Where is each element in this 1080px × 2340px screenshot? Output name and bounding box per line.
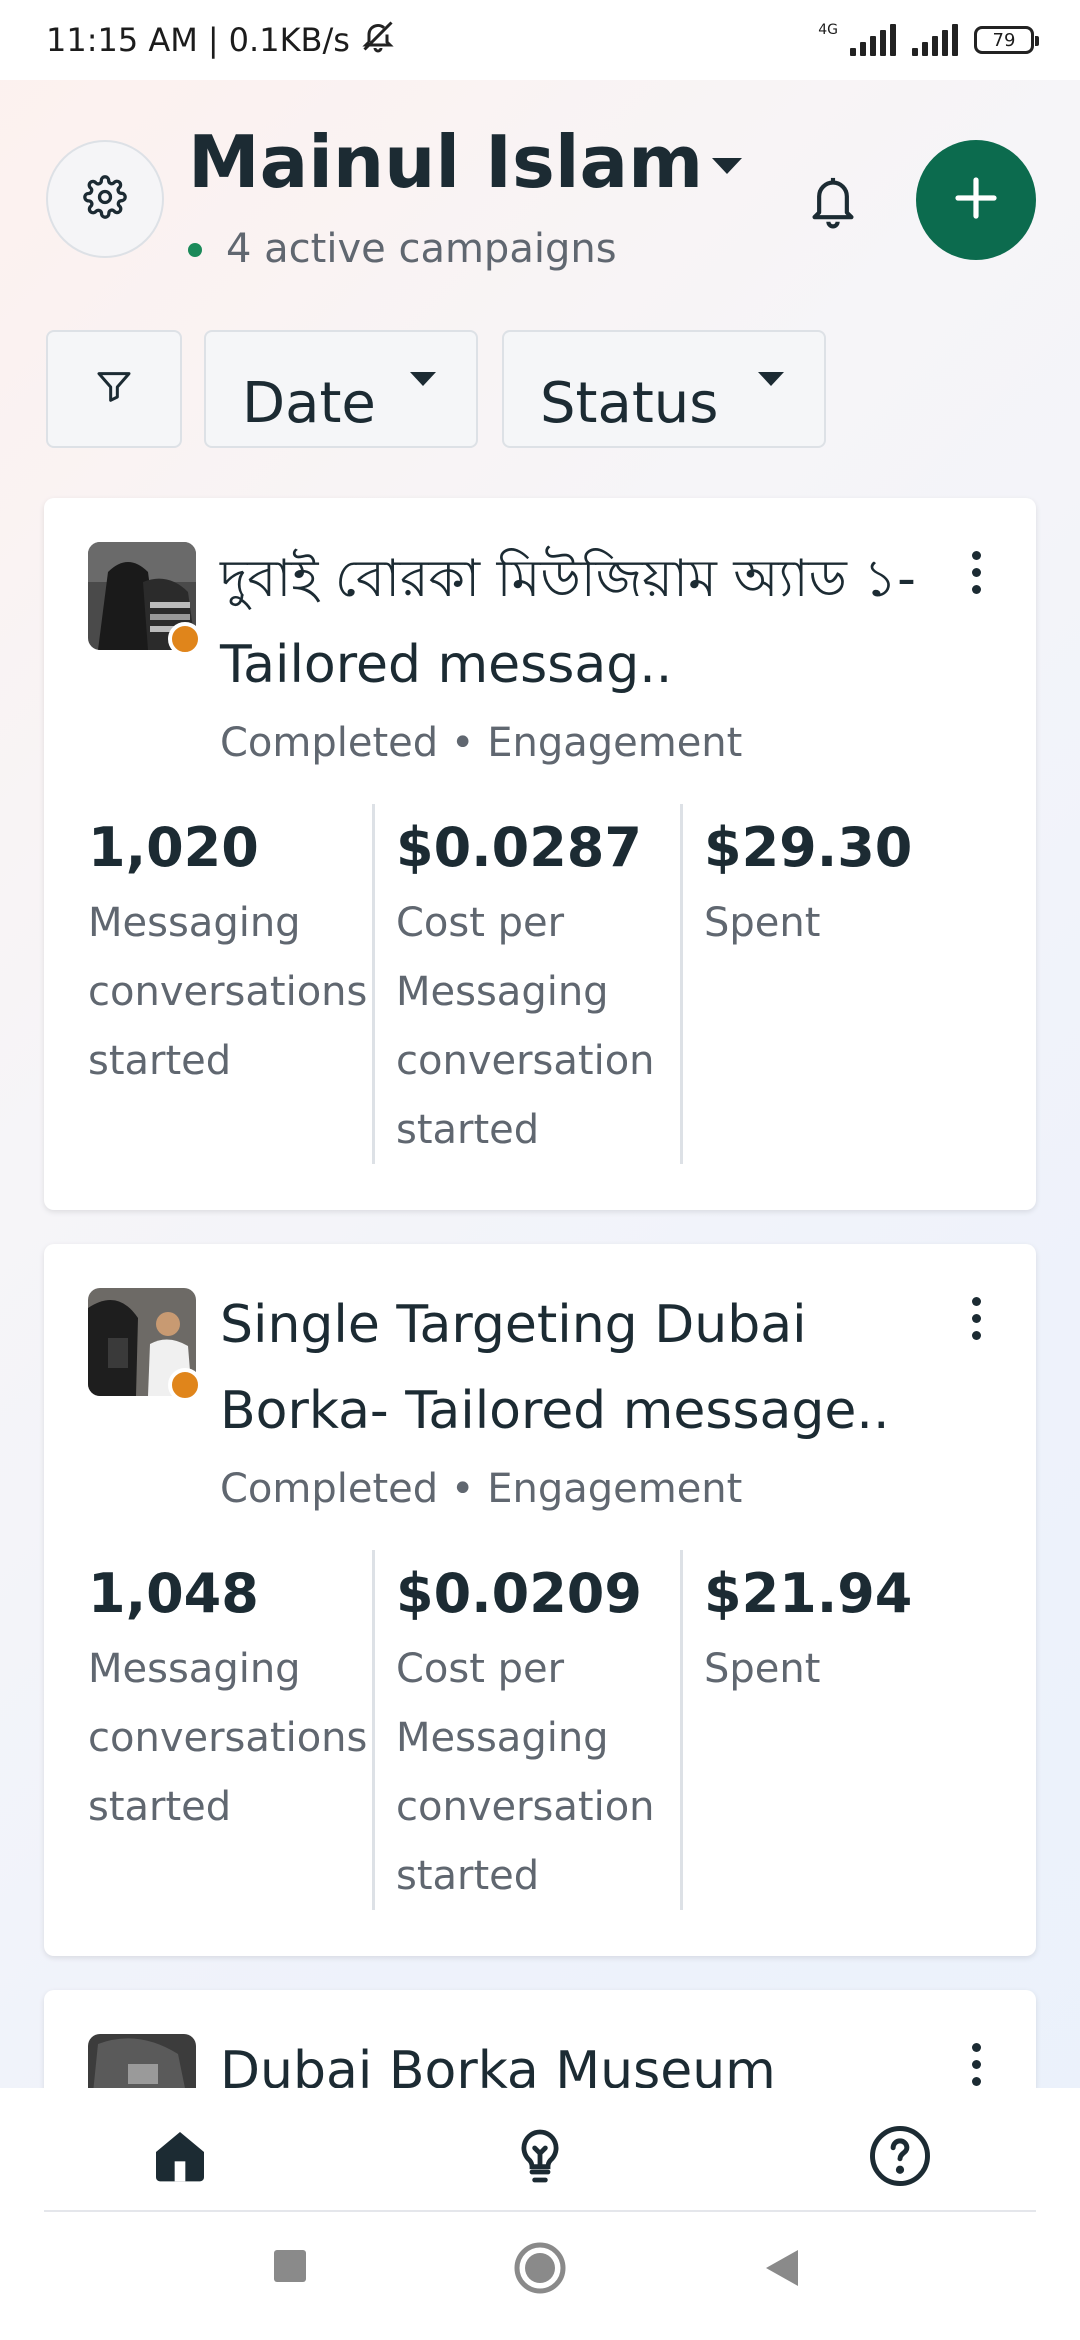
divider (680, 804, 683, 1164)
spent-label: Spent (704, 900, 821, 946)
cost-value: $0.0209 (396, 1562, 642, 1625)
more-options-button[interactable] (956, 1288, 996, 1348)
settings-button[interactable] (46, 140, 164, 258)
meta-separator: • (450, 1466, 488, 1512)
campaign-status: Completed (220, 720, 439, 766)
date-filter-label: Date (242, 370, 376, 436)
campaign-title: দুবাই বোরকা মিউজিয়াম অ্যাড ১- Tailored … (220, 549, 916, 695)
gear-icon (83, 175, 127, 223)
nav-insights[interactable] (500, 2118, 580, 2198)
chevron-down-icon (758, 372, 784, 392)
status-dot (168, 622, 202, 656)
metric-results: 1,048 Messaging conversations started (88, 1550, 368, 1910)
status-bar: 11:15 AM | 0.1KB/s 4G 79 (0, 0, 1080, 80)
more-options-button[interactable] (956, 2034, 996, 2094)
help-icon (867, 2123, 933, 2193)
back-button[interactable] (764, 2248, 800, 2292)
campaign-thumbnail (88, 542, 202, 656)
signal-icon-2 (912, 24, 958, 56)
mute-icon (360, 18, 396, 62)
network-type: 4G (818, 22, 838, 38)
cost-label: Cost per Messaging conversation started (396, 1646, 655, 1899)
recents-button[interactable] (272, 2248, 308, 2288)
campaign-meta: Completed • Engagement (220, 1466, 742, 1512)
nav-help[interactable] (860, 2118, 940, 2198)
filter-button[interactable] (46, 330, 182, 448)
funnel-icon (94, 367, 134, 411)
divider (44, 2210, 1036, 2212)
metric-cost: $0.0287 Cost per Messaging conversation … (396, 804, 676, 1164)
home-icon (148, 2124, 212, 2192)
separator: | (207, 21, 219, 59)
cost-label: Cost per Messaging conversation started (396, 900, 655, 1153)
battery-icon: 79 (974, 26, 1039, 54)
divider (372, 1550, 375, 1910)
campaign-meta: Completed • Engagement (220, 720, 742, 766)
status-bar-right: 4G 79 (818, 22, 1039, 56)
filter-bar: Date Status (0, 330, 1080, 450)
nav-home[interactable] (140, 2118, 220, 2198)
spent-value: $29.30 (704, 816, 913, 879)
results-value: 1,020 (88, 816, 259, 879)
header: Mainul Islam 4 active campaigns (0, 80, 1080, 320)
results-label: Messaging conversations started (88, 900, 368, 1084)
clock: 11:15 AM (46, 21, 198, 59)
campaign-objective: Engagement (487, 1466, 743, 1512)
chevron-down-icon[interactable] (712, 158, 742, 180)
spent-value: $21.94 (704, 1562, 913, 1625)
divider (680, 1550, 683, 1910)
create-campaign-button[interactable] (916, 140, 1036, 260)
network-speed: 0.1KB/s (228, 21, 350, 59)
home-button[interactable] (514, 2242, 566, 2298)
account-name[interactable]: Mainul Islam (188, 120, 703, 204)
results-label: Messaging conversations started (88, 1646, 368, 1830)
campaign-status: Completed (220, 1466, 439, 1512)
spent-label: Spent (704, 1646, 821, 1692)
chevron-down-icon (410, 372, 436, 392)
signal-icon (850, 24, 896, 56)
campaign-thumbnail (88, 1288, 202, 1402)
battery-level: 79 (992, 29, 1016, 51)
metric-spent: $21.94 Spent (704, 1550, 984, 1910)
cost-value: $0.0287 (396, 816, 642, 879)
meta-separator: • (450, 720, 488, 766)
date-filter-dropdown[interactable]: Date (204, 330, 478, 448)
campaign-card[interactable]: দুবাই বোরকা মিউজিয়াম অ্যাড ১- Tailored … (44, 498, 1036, 1210)
status-filter-label: Status (540, 370, 719, 436)
metric-cost: $0.0209 Cost per Messaging conversation … (396, 1550, 676, 1910)
campaign-card[interactable]: Single Targeting Dubai Borka- Tailored m… (44, 1244, 1036, 1956)
active-campaigns-count: 4 active campaigns (226, 226, 617, 272)
metric-spent: $29.30 Spent (704, 804, 984, 1164)
status-filter-dropdown[interactable]: Status (502, 330, 826, 448)
metric-results: 1,020 Messaging conversations started (88, 804, 368, 1164)
notifications-button[interactable] (798, 168, 868, 238)
active-status-dot (188, 243, 202, 257)
bell-icon (805, 171, 861, 235)
campaign-metrics: 1,020 Messaging conversations started $0… (44, 804, 1036, 1164)
campaign-metrics: 1,048 Messaging conversations started $0… (44, 1550, 1036, 1910)
lightbulb-icon (508, 2124, 572, 2192)
bottom-navigation (0, 2088, 1080, 2340)
status-bar-left: 11:15 AM | 0.1KB/s (46, 18, 396, 62)
campaign-objective: Engagement (487, 720, 743, 766)
more-options-button[interactable] (956, 542, 996, 602)
results-value: 1,048 (88, 1562, 259, 1625)
status-dot (168, 1368, 202, 1402)
divider (372, 804, 375, 1164)
plus-icon (952, 174, 1000, 226)
campaign-title: Single Targeting Dubai Borka- Tailored m… (220, 1295, 890, 1441)
